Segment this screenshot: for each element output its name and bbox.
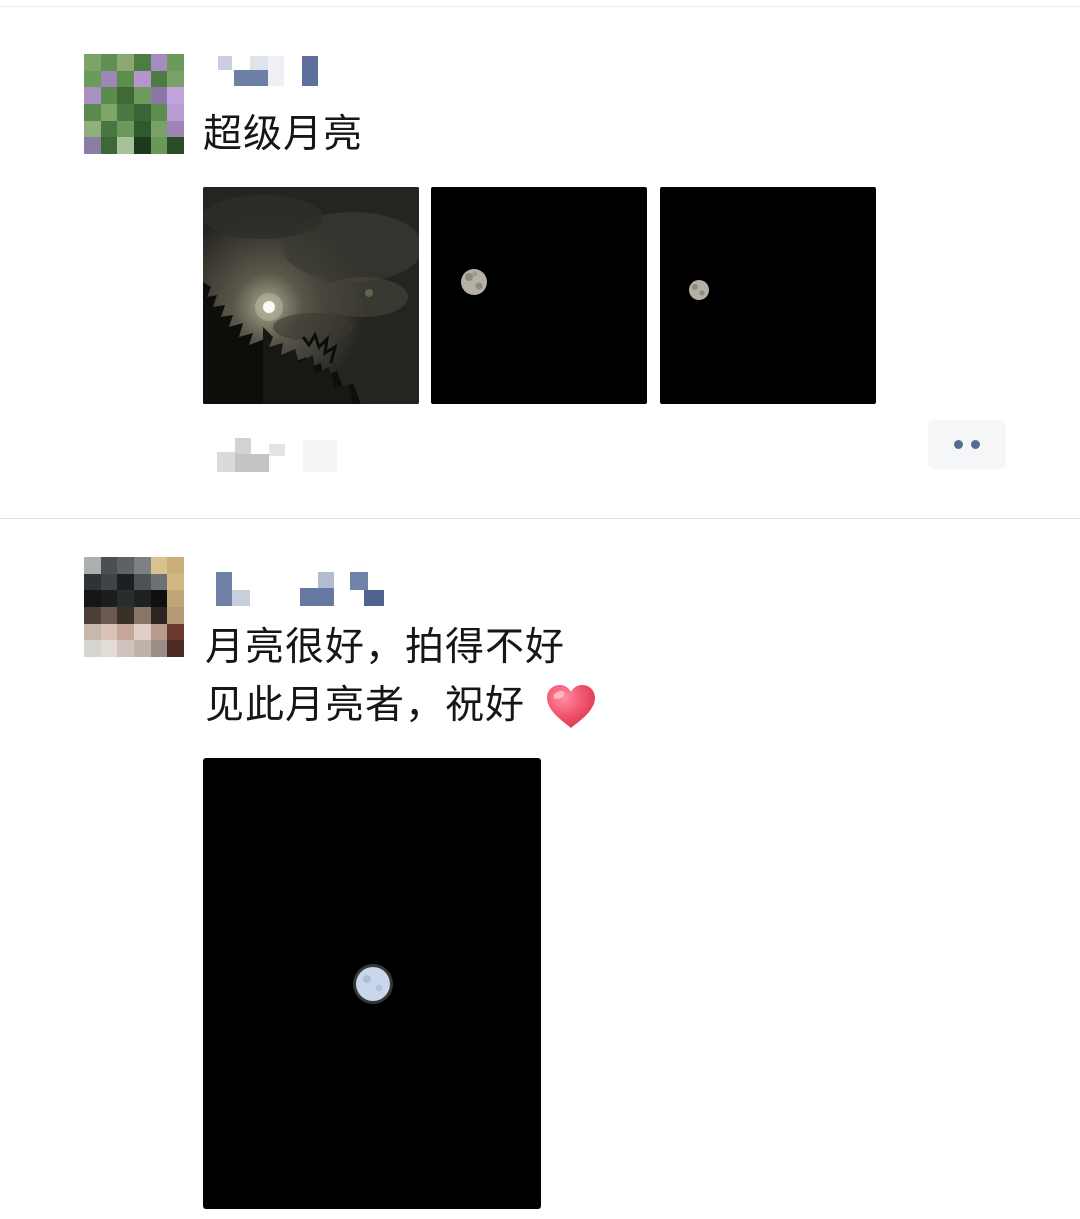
avatar[interactable] (84, 557, 184, 657)
photo-moon-dark-portrait[interactable] (203, 758, 541, 1209)
photo-moon-dark-2[interactable] (660, 187, 876, 404)
more-button[interactable] (928, 420, 1006, 469)
post-divider (0, 518, 1080, 519)
more-dot-icon (971, 440, 980, 449)
post-text-line-2: 见此月亮者，祝好 (205, 683, 526, 728)
post-text-line-1: 月亮很好，拍得不好 (205, 625, 566, 670)
moon-image (353, 964, 393, 1004)
post-text: 超级月亮 (203, 112, 364, 157)
moon-image (461, 269, 487, 295)
moon-image (689, 280, 709, 300)
night-sky-image (203, 187, 419, 404)
heart-icon (547, 685, 595, 728)
more-dot-icon (954, 440, 963, 449)
user-name-pixelated[interactable] (216, 54, 416, 88)
top-divider (0, 6, 1080, 7)
photo-moon-dark-1[interactable] (431, 187, 647, 404)
user-name-pixelated[interactable] (216, 572, 416, 606)
avatar[interactable] (84, 54, 184, 154)
post-time-pixelated (217, 438, 357, 478)
photo-night-clouds-moon[interactable] (203, 187, 419, 404)
